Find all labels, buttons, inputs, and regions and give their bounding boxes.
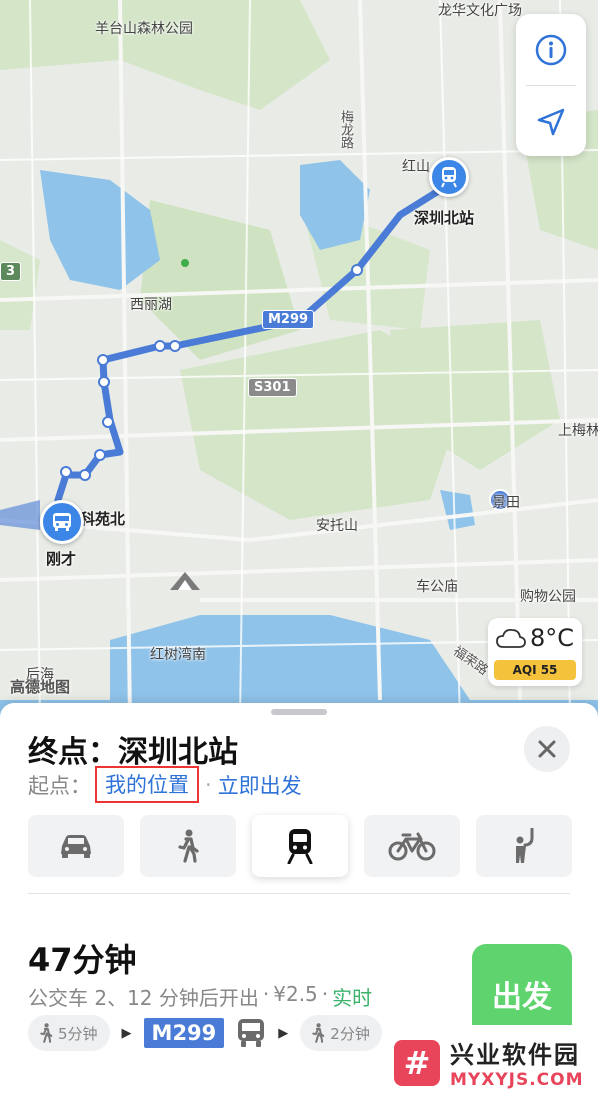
road-badge-s301: S301 bbox=[248, 378, 297, 397]
bus-icon bbox=[238, 1019, 265, 1047]
map-label-dest-station: 深圳北站 bbox=[414, 209, 475, 227]
watermark: # 兴业软件园 MYXYJS.COM bbox=[382, 1025, 598, 1100]
weather-temperature: 8°C bbox=[529, 624, 575, 652]
depart-time-link[interactable]: 立即出发 bbox=[218, 770, 302, 800]
map-label-jingtian: 景田 bbox=[492, 495, 520, 511]
map-label-longhua: 龙华文化广场 bbox=[438, 3, 522, 19]
bike-icon bbox=[388, 832, 436, 861]
map-label-hongshuwan: 红树湾南 bbox=[150, 647, 206, 663]
map-label-antuoshan: 安托山 bbox=[316, 518, 358, 534]
route-steps: 5分钟 ▶ M299 ▶ 2分钟 bbox=[28, 1015, 382, 1051]
walk-icon bbox=[178, 829, 199, 863]
train-icon bbox=[441, 167, 457, 188]
mode-bike-tab[interactable] bbox=[364, 815, 460, 877]
walk-icon bbox=[40, 1023, 53, 1043]
origin-label: 起点： bbox=[28, 773, 91, 798]
walk-step-1: 5分钟 bbox=[28, 1015, 110, 1051]
map-label-xilihu: 西丽湖 bbox=[130, 297, 172, 313]
origin-location-link[interactable]: 我的位置 bbox=[95, 766, 199, 803]
map-label-meilong-road: 梅龙路 bbox=[338, 110, 353, 149]
step-arrow-1: ▶ bbox=[121, 1025, 132, 1041]
sheet-grabber[interactable] bbox=[271, 709, 327, 715]
info-button[interactable] bbox=[516, 14, 586, 85]
map-label-kexinbei: 科苑北 bbox=[80, 510, 126, 528]
location-arrow-icon bbox=[537, 108, 565, 135]
map-view[interactable]: 羊台山森林公园 龙华文化广场 梅龙路 红山 西丽湖 科苑北 刚才 安托山 景田 … bbox=[0, 0, 598, 720]
walk-step-1-duration: 5分钟 bbox=[58, 1024, 98, 1043]
destination-title: 终点：深圳北站 bbox=[28, 735, 238, 770]
origin-separator: · bbox=[205, 772, 212, 797]
map-controls bbox=[516, 14, 586, 156]
close-button[interactable] bbox=[524, 726, 570, 772]
origin-row: 起点： 我的位置 · 立即出发 bbox=[28, 766, 302, 803]
road-badge-edge: 3 bbox=[0, 262, 22, 281]
map-label-gouwu-park: 购物公园 bbox=[520, 589, 576, 605]
walk-step-2: 2分钟 bbox=[300, 1015, 382, 1051]
origin-pin[interactable] bbox=[40, 500, 84, 544]
train-icon bbox=[287, 829, 313, 864]
car-icon bbox=[61, 835, 91, 858]
map-label-yangtaishan: 羊台山森林公园 bbox=[95, 21, 193, 37]
map-provider-logo: 高德地图 bbox=[10, 678, 71, 696]
locate-button[interactable] bbox=[516, 86, 586, 157]
info-icon bbox=[535, 34, 567, 65]
map-label-shangmei: 上梅林 bbox=[558, 423, 598, 439]
close-icon bbox=[538, 740, 556, 758]
cloud-icon bbox=[496, 628, 526, 648]
map-base bbox=[0, 0, 598, 720]
route-separator-1: · bbox=[262, 982, 270, 1006]
realtime-status: 实时 bbox=[332, 986, 373, 1010]
map-label-gangcai: 刚才 bbox=[46, 550, 77, 568]
watermark-title: 兴业软件园 bbox=[450, 1041, 580, 1069]
walk-step-2-duration: 2分钟 bbox=[330, 1024, 370, 1043]
hail-icon bbox=[516, 828, 534, 863]
route-description: 公交车 2、12 分钟后开出 bbox=[28, 986, 259, 1010]
watermark-url: MYXYJS.COM bbox=[450, 1070, 584, 1090]
route-fare: ¥2.5 bbox=[273, 982, 318, 1006]
bus-line-tag: M299 bbox=[143, 1018, 225, 1048]
road-badge-m299: M299 bbox=[262, 310, 315, 329]
route-duration[interactable]: 47分钟 bbox=[28, 935, 137, 981]
route-info: 公交车 2、12 分钟后开出 · ¥2.5 · 实时 bbox=[28, 982, 372, 1011]
travel-mode-tabs bbox=[28, 815, 572, 877]
mode-car-tab[interactable] bbox=[28, 815, 124, 877]
weather-widget[interactable]: 8°C AQI 55 bbox=[488, 618, 582, 686]
walk-icon bbox=[312, 1023, 325, 1043]
watermark-logo: # bbox=[394, 1039, 440, 1086]
mode-walk-tab[interactable] bbox=[140, 815, 236, 877]
map-label-hongshan: 红山 bbox=[402, 159, 430, 175]
bus-icon bbox=[53, 513, 71, 531]
destination-pin[interactable] bbox=[429, 157, 469, 197]
mode-ride-tab[interactable] bbox=[476, 815, 572, 877]
aqi-badge: AQI 55 bbox=[494, 660, 576, 680]
route-separator-2: · bbox=[321, 982, 329, 1006]
sheet-divider bbox=[28, 893, 570, 894]
map-label-chegongmiao: 车公庙 bbox=[416, 579, 458, 595]
step-arrow-2: ▶ bbox=[278, 1025, 289, 1041]
mode-transit-tab[interactable] bbox=[252, 815, 348, 877]
